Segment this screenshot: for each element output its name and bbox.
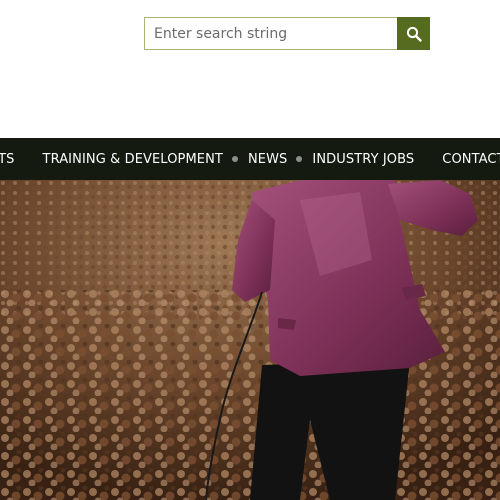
nav-item-industry-jobs[interactable]: INDUSTRY JOBS — [312, 152, 414, 167]
page: ENTS TRAINING & DEVELOPMENT NEWS INDUSTR… — [0, 0, 500, 500]
search-form — [144, 17, 430, 50]
search-button[interactable] — [397, 17, 430, 50]
site-header — [0, 0, 500, 138]
nav-separator-dot — [296, 156, 303, 162]
hero-image — [0, 180, 500, 500]
nav-item-events[interactable]: ENTS — [0, 152, 15, 167]
search-icon — [406, 26, 422, 42]
nav-item-training-development[interactable]: TRAINING & DEVELOPMENT — [43, 152, 223, 167]
nav-track: ENTS TRAINING & DEVELOPMENT NEWS INDUSTR… — [0, 138, 500, 180]
nav-item-news[interactable]: NEWS — [248, 152, 287, 167]
nav-item-contact[interactable]: CONTACT — [442, 152, 500, 167]
main-nav: ENTS TRAINING & DEVELOPMENT NEWS INDUSTR… — [0, 138, 500, 180]
nav-separator-dot — [231, 156, 238, 162]
search-input[interactable] — [144, 17, 397, 50]
hero-concert-illustration — [0, 180, 500, 500]
